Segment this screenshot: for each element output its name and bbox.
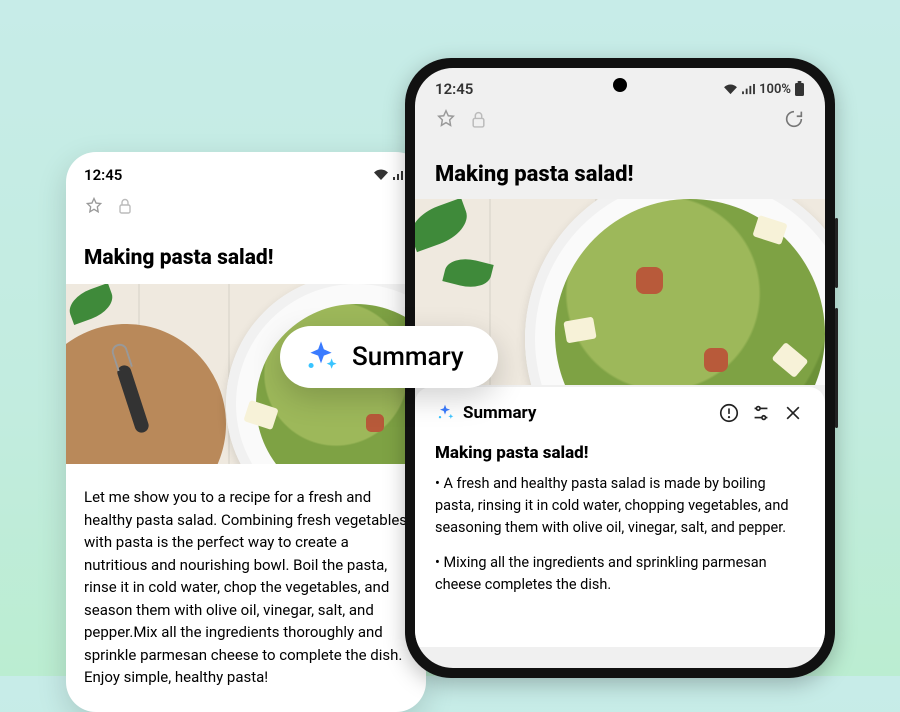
note-body: Let me show you to a recipe for a fresh … [66, 464, 426, 711]
note-toolbar [415, 104, 825, 142]
note-toolbar [66, 190, 426, 226]
star-icon[interactable] [435, 108, 457, 130]
status-icons [373, 169, 408, 181]
close-icon[interactable] [781, 401, 805, 425]
summary-bullet: • Mixing all the ingredients and sprinkl… [435, 552, 805, 596]
sparkle-icon [304, 340, 338, 374]
lock-icon[interactable] [118, 198, 132, 214]
status-time: 12:45 [84, 166, 122, 184]
lock-icon[interactable] [471, 111, 486, 128]
status-icons: 100% [723, 81, 805, 97]
summary-pill-label: Summary [352, 342, 464, 372]
wifi-icon [373, 169, 389, 181]
summary-pill[interactable]: Summary [280, 326, 498, 388]
wifi-icon [723, 84, 738, 95]
battery-icon [794, 81, 805, 97]
summary-bullet: • A fresh and healthy pasta salad is mad… [435, 473, 805, 538]
status-bar: 12:45 [66, 152, 426, 190]
note-title: Making pasta salad! [66, 226, 426, 284]
warning-icon[interactable] [717, 401, 741, 425]
summary-label: Summary [463, 403, 709, 423]
summary-heading: Making pasta salad! [435, 443, 805, 463]
star-icon[interactable] [84, 196, 104, 216]
phone-back: 12:45 Making pasta salad! Let me show yo… [66, 152, 426, 712]
signal-icon [741, 84, 756, 95]
summary-header: Summary [435, 387, 805, 435]
summary-sheet: Summary Making pasta salad! • [415, 387, 825, 647]
adjust-icon[interactable] [749, 401, 773, 425]
note-title: Making pasta salad! [415, 142, 825, 199]
front-camera [613, 78, 627, 92]
refresh-icon[interactable] [783, 108, 805, 130]
battery-text: 100% [759, 82, 791, 97]
sparkle-icon [435, 403, 455, 423]
status-time: 12:45 [435, 80, 473, 98]
